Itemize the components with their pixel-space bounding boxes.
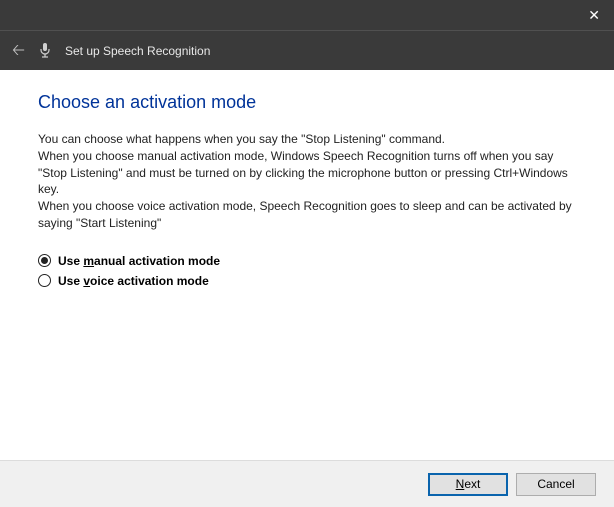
- desc-line: You can choose what happens when you say…: [38, 132, 445, 146]
- radio-button-icon: [38, 254, 51, 267]
- footer: Next Cancel: [0, 460, 614, 507]
- radio-group: Use manual activation mode Use voice act…: [38, 254, 576, 288]
- cancel-button[interactable]: Cancel: [516, 473, 596, 496]
- titlebar: ✕: [0, 0, 614, 30]
- radio-label: Use manual activation mode: [58, 254, 220, 268]
- microphone-icon: [39, 43, 51, 59]
- page-title: Choose an activation mode: [38, 92, 576, 113]
- desc-line: When you choose voice activation mode, S…: [38, 199, 572, 230]
- window-title: Set up Speech Recognition: [65, 44, 210, 58]
- radio-manual-activation[interactable]: Use manual activation mode: [38, 254, 576, 268]
- next-button[interactable]: Next: [428, 473, 508, 496]
- back-arrow-icon[interactable]: 🡠: [12, 43, 25, 59]
- close-icon[interactable]: ✕: [588, 7, 600, 24]
- header: 🡠 Set up Speech Recognition: [0, 30, 614, 70]
- desc-line: When you choose manual activation mode, …: [38, 149, 568, 197]
- radio-label: Use voice activation mode: [58, 274, 209, 288]
- radio-voice-activation[interactable]: Use voice activation mode: [38, 274, 576, 288]
- description-text: You can choose what happens when you say…: [38, 131, 576, 232]
- content-area: Choose an activation mode You can choose…: [0, 70, 614, 460]
- radio-button-icon: [38, 274, 51, 287]
